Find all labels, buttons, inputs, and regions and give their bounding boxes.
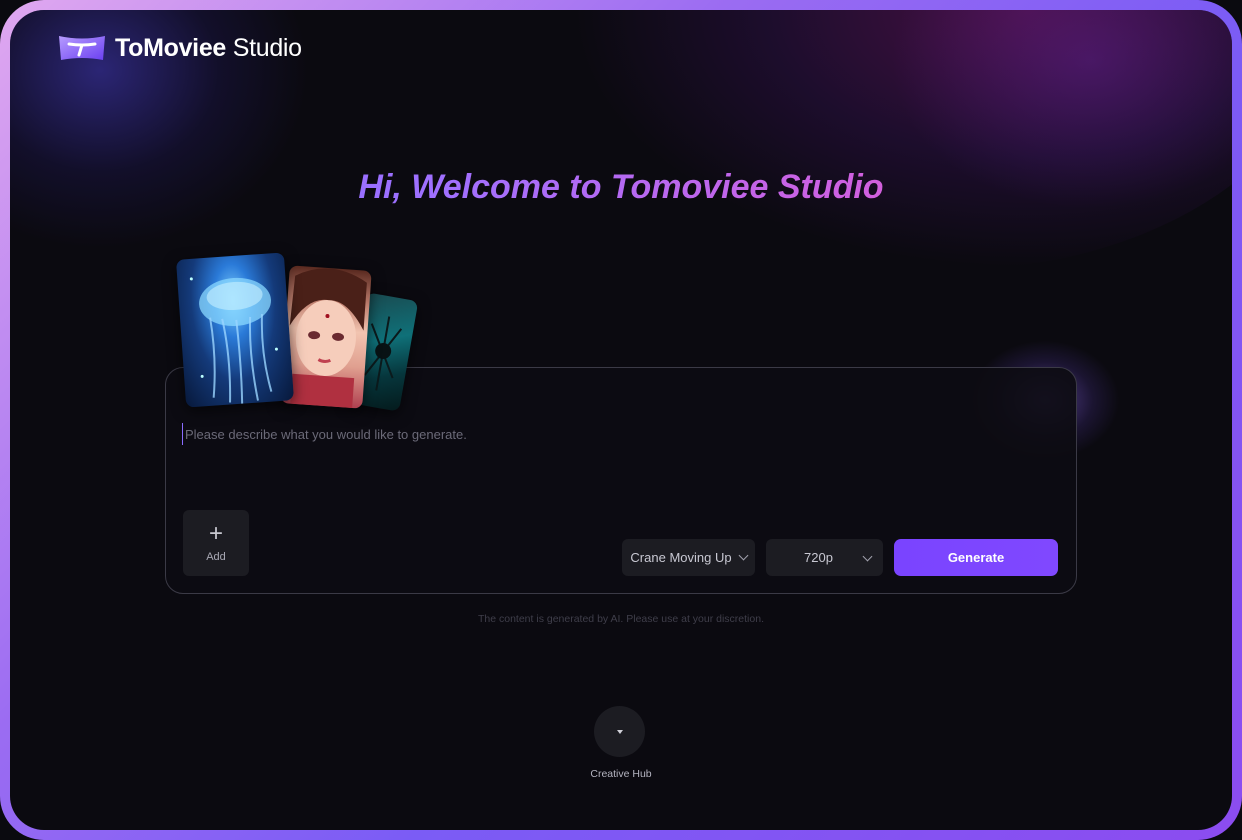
welcome-title: Hi, Welcome to Tomoviee Studio (10, 168, 1232, 207)
add-media-button[interactable]: + Add (183, 510, 249, 576)
creative-hub-button[interactable] (594, 706, 645, 757)
add-label: Add (206, 551, 226, 563)
camera-motion-select[interactable]: Crane Moving Up (622, 539, 755, 576)
creative-hub-label: Creative Hub (590, 768, 652, 780)
sample-image-portrait (280, 265, 372, 409)
sample-image-jellyfish (175, 252, 295, 408)
brand-name-light: Studio (232, 33, 302, 62)
chevron-down-icon (862, 551, 873, 562)
caret-down-icon (616, 729, 623, 734)
tomoviee-logo-icon (59, 36, 105, 60)
brand-name: ToMoviee Studio (115, 34, 302, 63)
brand-logo[interactable]: ToMoviee Studio (57, 33, 302, 63)
brand-name-bold: ToMoviee (115, 33, 227, 62)
chevron-down-icon (738, 550, 749, 561)
resolution-value: 720p (804, 550, 833, 565)
resolution-select[interactable]: 720p (766, 539, 883, 576)
ai-disclaimer: The content is generated by AI. Please u… (477, 613, 764, 625)
generate-button[interactable]: Generate (894, 539, 1058, 576)
sample-cards (175, 248, 435, 418)
plus-icon: + (208, 520, 223, 547)
camera-motion-value: Crane Moving Up (630, 550, 732, 565)
prompt-input[interactable] (182, 423, 1045, 445)
app-screen: ToMoviee Studio Hi, Welcome to Tomoviee … (10, 10, 1232, 830)
